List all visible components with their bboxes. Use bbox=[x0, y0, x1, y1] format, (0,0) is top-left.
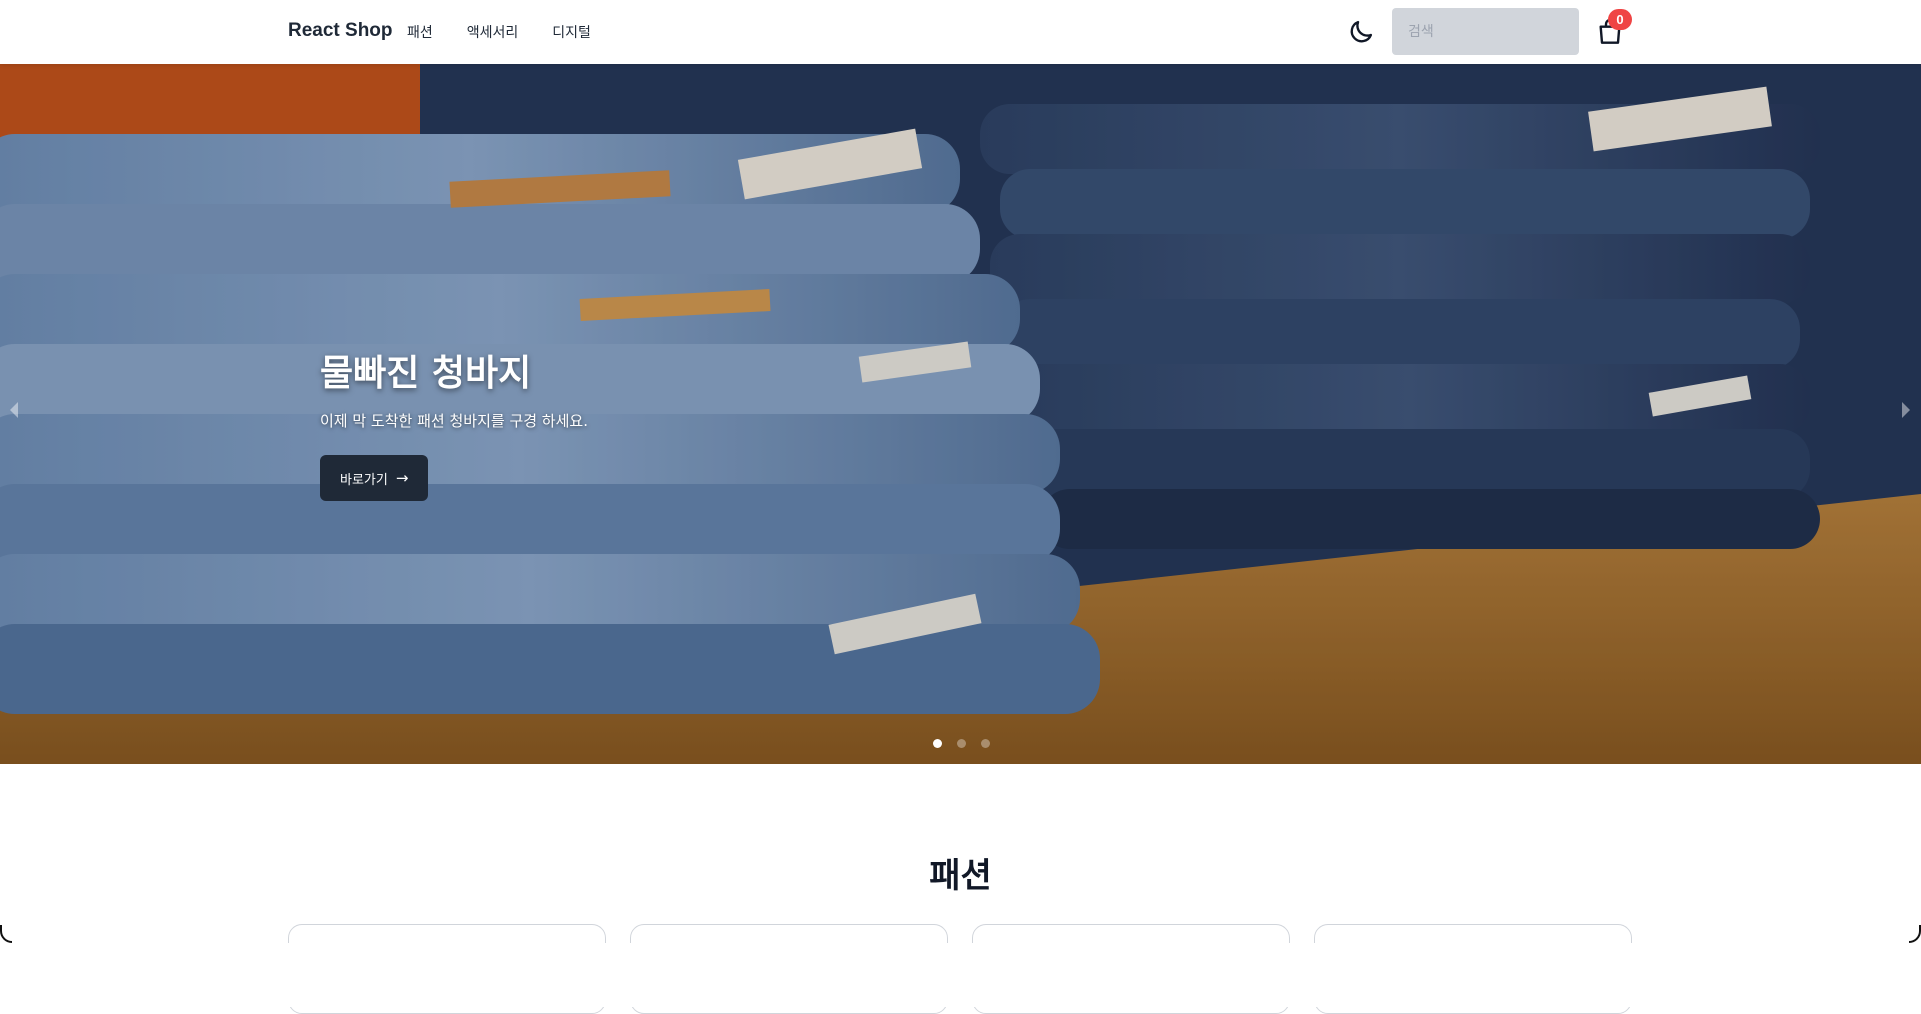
hero-cta-label: 바로가기 bbox=[340, 472, 388, 488]
carousel-prev-button[interactable] bbox=[10, 402, 18, 418]
search-input[interactable] bbox=[1392, 8, 1579, 55]
top-navbar: React Shop 패션 액세서리 디지털 0 bbox=[0, 0, 1921, 64]
hero-cta-button[interactable]: 바로가기 → bbox=[320, 455, 429, 501]
carousel-dot-2[interactable] bbox=[957, 739, 966, 748]
carousel-next-button[interactable] bbox=[1902, 402, 1910, 418]
nav-link-accessories[interactable]: 액세서리 bbox=[463, 22, 523, 42]
hero-background-image bbox=[0, 64, 1921, 764]
theme-toggle-button[interactable] bbox=[1347, 18, 1375, 46]
main-nav: 패션 액세서리 디지털 bbox=[403, 22, 621, 42]
moon-icon bbox=[1350, 20, 1373, 43]
cart-count-badge: 0 bbox=[1608, 9, 1632, 30]
hero-subtitle: 이제 막 도착한 패션 청바지를 구경 하세요. bbox=[320, 412, 588, 430]
nav-link-digital[interactable]: 디지털 bbox=[548, 22, 595, 42]
brand-logo[interactable]: React Shop bbox=[288, 20, 393, 42]
carousel-dot-3[interactable] bbox=[981, 739, 990, 748]
section-title-fashion: 패션 bbox=[929, 856, 992, 896]
frame-corner-right bbox=[1909, 925, 1921, 943]
nav-link-fashion[interactable]: 패션 bbox=[403, 22, 437, 42]
hero-caption: 물빠진 청바지 이제 막 도착한 패션 청바지를 구경 하세요. 바로가기 → bbox=[320, 344, 588, 501]
hero-title: 물빠진 청바지 bbox=[320, 353, 532, 394]
frame-corner-left bbox=[0, 925, 12, 943]
carousel-indicators bbox=[933, 739, 1005, 748]
hero-carousel: 물빠진 청바지 이제 막 도착한 패션 청바지를 구경 하세요. 바로가기 → bbox=[0, 64, 1921, 764]
arrow-right-icon: → bbox=[395, 469, 409, 487]
page-bottom-area bbox=[0, 943, 1921, 1007]
carousel-dot-1[interactable] bbox=[933, 739, 942, 748]
